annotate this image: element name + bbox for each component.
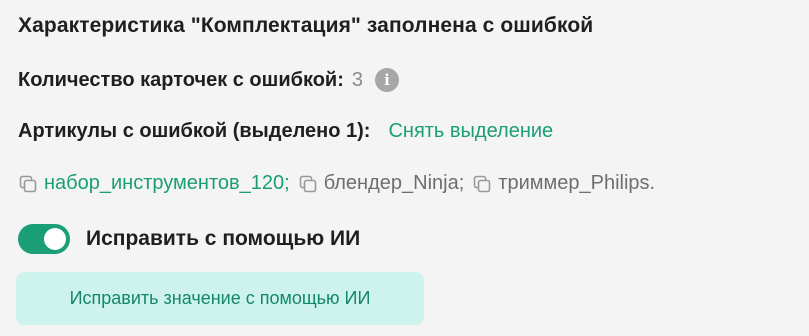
copy-icon [19,175,37,192]
articles-label: Артикулы с ошибкой (выделено 1): [18,120,371,142]
fix-with-ai-button[interactable]: Исправить значение с помощью ИИ [16,272,424,325]
ai-fix-toggle-row: Исправить с помощью ИИ [18,224,360,254]
ai-fix-toggle[interactable] [18,224,70,254]
articles-row: Артикулы с ошибкой (выделено 1): Снять в… [18,120,553,143]
clear-selection-link[interactable]: Снять выделение [388,120,553,143]
panel-title: Характеристика "Комплектация" заполнена … [18,14,594,37]
toggle-knob [44,228,66,250]
articles-list: набор_инструментов_120; блендер_Ninja; т… [18,172,663,195]
info-icon[interactable]: i [375,68,400,92]
article-text: триммер_Philips. [498,172,656,194]
copy-icon [299,175,317,192]
article-text: блендер_Ninja; [323,172,465,194]
error-count-row: Количество карточек с ошибкой: 3 i [18,68,400,92]
error-count-label: Количество карточек с ошибкой: [18,68,344,91]
copy-icon [473,175,491,192]
error-count-value: 3 [351,68,364,91]
error-characteristic-panel: Характеристика "Комплектация" заполнена … [0,0,809,336]
ai-fix-toggle-label: Исправить с помощью ИИ [86,227,361,250]
article-text: набор_инструментов_120; [44,172,290,194]
article-item[interactable]: триммер_Philips. [472,172,655,195]
article-item[interactable]: набор_инструментов_120; [18,172,290,195]
article-item[interactable]: блендер_Ninja; [298,172,465,195]
